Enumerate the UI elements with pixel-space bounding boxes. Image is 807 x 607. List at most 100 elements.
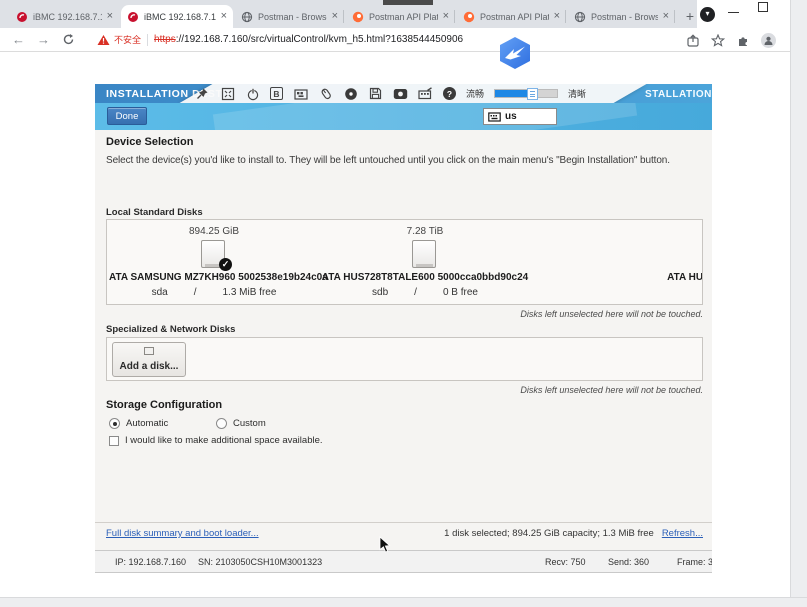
installer-footer: Full disk summary and boot loader... 1 d… xyxy=(95,522,712,548)
storage-config-radios: Automatic Custom xyxy=(109,418,266,429)
tab-separator xyxy=(454,10,455,23)
forward-icon[interactable]: → xyxy=(37,32,50,47)
disk-size: 7.28 TiB xyxy=(320,226,530,237)
key-combo-icon[interactable] xyxy=(293,86,308,101)
keyboard-layout-indicator[interactable]: us xyxy=(483,108,557,125)
disk-name: ATA HUS728T8TAL xyxy=(607,272,703,283)
kvm-viewport: INSTALLATION DEST STALLATION B ? 流畅 清晰 D… xyxy=(95,84,712,573)
profile-avatar[interactable] xyxy=(761,33,776,48)
specialized-disks-box: Add a disk... xyxy=(106,337,703,381)
mouse-icon[interactable] xyxy=(318,86,333,101)
reload-icon[interactable] xyxy=(62,33,75,46)
additional-space-checkbox[interactable] xyxy=(109,436,119,446)
window-maximize-button[interactable] xyxy=(758,2,768,12)
tab-separator xyxy=(674,10,675,23)
done-button[interactable]: Done xyxy=(107,107,147,125)
tab-label: Postman - Browse xyxy=(591,12,658,22)
screen-record-icon[interactable] xyxy=(393,86,408,101)
kvm-toolbar: B ? 流畅 清晰 xyxy=(195,84,586,103)
tab-ibmc-1[interactable]: iBMC 192.168.7.16 × xyxy=(10,5,119,28)
disk-dev: sda xyxy=(152,287,168,298)
installer-title-right-partial: STALLATION xyxy=(645,89,712,100)
refresh-link[interactable]: Refresh... xyxy=(662,528,703,539)
tab-close-icon[interactable]: × xyxy=(443,11,449,22)
desktop-bottom-strip xyxy=(0,597,807,607)
url-divider xyxy=(147,34,148,46)
local-disks-box: 894.25 GiB ✓ ATA SAMSUNG MZ7KH960 500253… xyxy=(106,219,703,305)
disk-dev: sdb xyxy=(372,287,388,298)
tab-postman-api-2[interactable]: Postman API Platfo × xyxy=(457,5,566,28)
device-selection-title: Device Selection xyxy=(106,136,193,148)
additional-space-row: I would like to make additional space av… xyxy=(109,435,323,446)
device-selection-description: Select the device(s) you'd like to insta… xyxy=(106,153,712,169)
tab-close-icon[interactable]: × xyxy=(221,11,227,22)
tab-ibmc-2-active[interactable]: iBMC 192.168.7.16 × xyxy=(121,5,233,28)
url-text[interactable]: https://192.168.7.160/src/virtualControl… xyxy=(154,34,463,45)
radio-automatic-label: Automatic xyxy=(126,418,202,429)
bookmark-star-icon[interactable] xyxy=(711,34,725,47)
mouse-cursor-icon xyxy=(378,536,392,559)
fullscreen-icon[interactable] xyxy=(220,86,235,101)
slider-handle[interactable] xyxy=(527,88,538,100)
tab-close-icon[interactable]: × xyxy=(663,11,669,22)
security-indicator[interactable]: 不安全 xyxy=(97,33,141,46)
share-icon[interactable] xyxy=(686,34,700,47)
screen: iBMC 192.168.7.16 × iBMC 192.168.7.16 × … xyxy=(0,0,807,607)
url-rest: ://192.168.7.160/src/virtualControl/kvm_… xyxy=(176,34,463,45)
postman-favicon-icon xyxy=(352,11,364,23)
storage-config-title: Storage Configuration xyxy=(106,399,222,411)
disk-name: ATA SAMSUNG MZ7KH960 5002538e19b24c0a xyxy=(109,272,319,283)
disk-card-sdb[interactable]: 7.28 TiB ATA HUS728T8TALE600 5000cca0bbd… xyxy=(320,226,530,298)
postman-favicon-icon xyxy=(463,11,475,23)
radio-automatic[interactable] xyxy=(109,418,120,429)
tab-close-icon[interactable]: × xyxy=(332,11,338,22)
disk-free: 1.3 MiB free xyxy=(222,287,276,298)
tab-label: iBMC 192.168.7.16 xyxy=(33,12,102,22)
disk-mount: / xyxy=(194,287,197,298)
save-icon[interactable] xyxy=(368,86,383,101)
desktop-right-strip xyxy=(790,0,807,607)
add-disk-button[interactable]: Add a disk... xyxy=(112,342,186,377)
radio-custom[interactable] xyxy=(216,418,227,429)
help-icon[interactable]: ? xyxy=(443,87,456,100)
security-warning-label: 不安全 xyxy=(114,33,141,46)
tab-close-icon[interactable]: × xyxy=(554,11,560,22)
b-key-icon[interactable]: B xyxy=(270,87,283,100)
tab-label: Postman API Platfo xyxy=(480,12,549,22)
dove-hexagon-logo-icon[interactable] xyxy=(497,36,533,70)
disk-name: ATA HUS728T8TALE600 5000cca0bbd90c24 xyxy=(320,272,530,283)
disk-card-sda[interactable]: 894.25 GiB ✓ ATA SAMSUNG MZ7KH960 500253… xyxy=(109,226,319,298)
status-send: Send: 360 xyxy=(608,557,649,567)
disk-size: 894.25 GiB xyxy=(109,226,319,237)
tab-postman-browse-2[interactable]: Postman - Browse × xyxy=(568,5,675,28)
globe-favicon-icon xyxy=(241,11,253,23)
new-tab-button[interactable]: + xyxy=(681,7,699,25)
ibmc-favicon-icon xyxy=(16,11,28,23)
quality-sharp-label: 清晰 xyxy=(568,87,586,100)
tab-close-icon[interactable]: × xyxy=(107,11,113,22)
window-minimize-button[interactable] xyxy=(728,3,739,13)
installer-subheader-band xyxy=(95,103,712,130)
disk-free: 0 B free xyxy=(443,287,478,298)
browser-update-icon[interactable]: ▾ xyxy=(700,7,715,22)
full-disk-summary-link[interactable]: Full disk summary and boot loader... xyxy=(106,528,259,539)
local-disks-label: Local Standard Disks xyxy=(106,207,203,218)
pin-icon[interactable] xyxy=(195,86,210,101)
cd-rom-icon[interactable] xyxy=(343,86,358,101)
tab-separator xyxy=(343,10,344,23)
power-icon[interactable] xyxy=(245,86,260,101)
extensions-puzzle-icon[interactable] xyxy=(736,34,750,47)
keyboard-layout-value: us xyxy=(505,111,517,122)
video-quality-slider[interactable] xyxy=(494,89,558,98)
soft-keyboard-icon[interactable] xyxy=(418,86,433,101)
url-scheme: https xyxy=(154,34,176,45)
mini-disk-icon xyxy=(144,347,154,355)
radio-custom-label: Custom xyxy=(233,418,266,429)
disk-card-sdc[interactable]: 7 ATA HUS728T8TAL sdc xyxy=(607,226,703,298)
tab-postman-api-1[interactable]: Postman API Platfo × xyxy=(346,5,455,28)
tab-label: Postman API Platfo xyxy=(369,12,438,22)
keyboard-icon xyxy=(488,112,501,122)
tab-postman-browse-1[interactable]: Postman - Browse × xyxy=(235,5,344,28)
back-icon[interactable]: ← xyxy=(12,32,25,47)
tab-separator xyxy=(565,10,566,23)
